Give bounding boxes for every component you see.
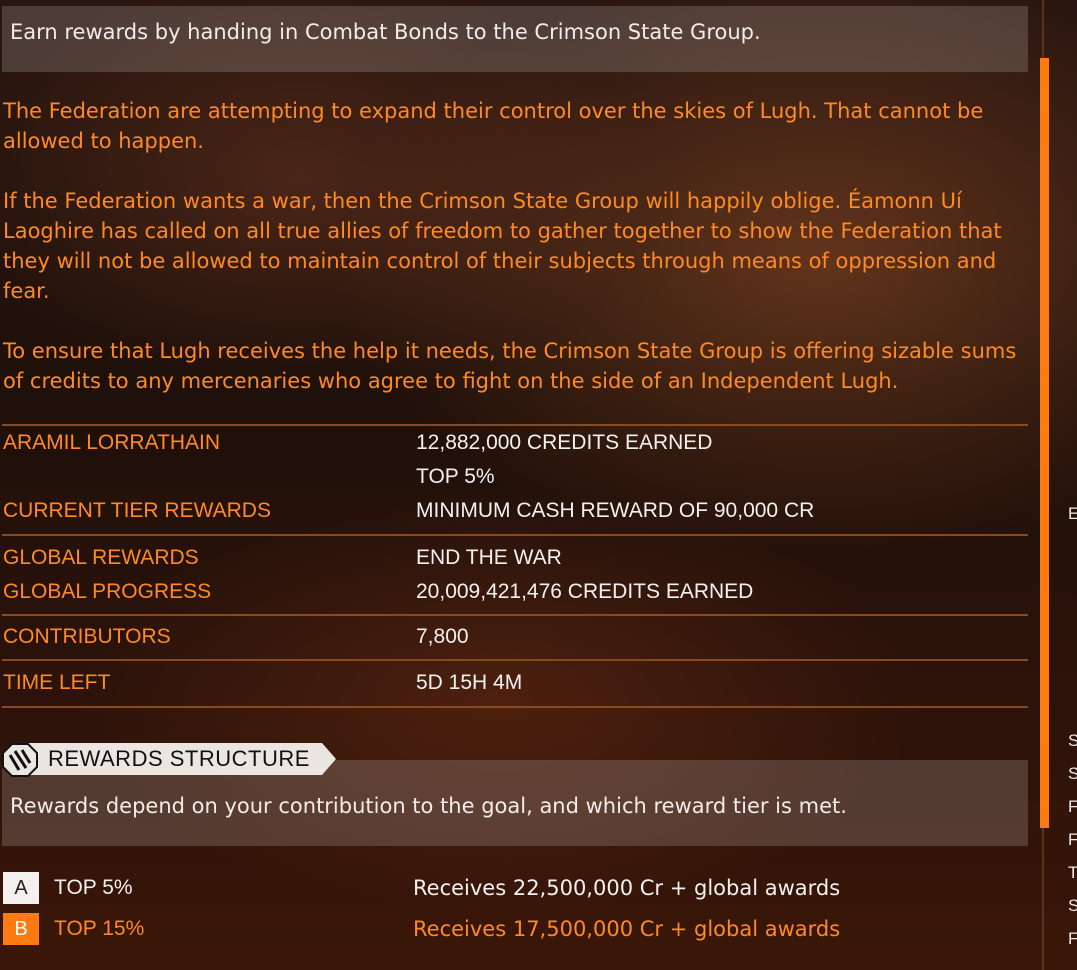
divider — [2, 614, 1028, 616]
community-goal-panel: Earn rewards by handing in Combat Bonds … — [0, 0, 1030, 970]
global-progress-value: 20,009,421,476 CREDITS EARNED — [416, 580, 754, 603]
global-rewards-label: GLOBAL REWARDS — [3, 546, 199, 569]
goal-stats-table: ARAMIL LORRATHAIN 12,882,000 CREDITS EAR… — [2, 424, 1028, 708]
goal-summary-box: Earn rewards by handing in Combat Bonds … — [2, 6, 1028, 72]
edge-letter: F — [1068, 797, 1077, 816]
divider — [2, 534, 1028, 536]
edge-letter: S — [1068, 896, 1077, 915]
scrollbar[interactable] — [1040, 0, 1050, 970]
tier-badge: A — [3, 872, 39, 904]
reward-tier-a[interactable]: A TOP 5% Receives 22,500,000 Cr + global… — [3, 872, 1003, 904]
goal-summary-text: Earn rewards by handing in Combat Bonds … — [10, 20, 761, 44]
scrollbar-thumb[interactable] — [1040, 58, 1049, 828]
contributors-row: CONTRIBUTORS 7,800 — [2, 620, 1028, 654]
player-rank: TOP 5% — [416, 465, 495, 488]
global-progress-label: GLOBAL PROGRESS — [3, 580, 212, 603]
edge-letter: E — [1068, 504, 1077, 523]
reward-tier-b[interactable]: B TOP 15% Receives 17,500,000 Cr + globa… — [3, 913, 1003, 945]
edge-letter: S — [1068, 764, 1077, 783]
global-progress-row: GLOBAL PROGRESS 20,009,421,476 CREDITS E… — [2, 575, 1028, 609]
tier-name: TOP 5% — [54, 876, 133, 899]
player-row: ARAMIL LORRATHAIN 12,882,000 CREDITS EAR… — [2, 426, 1028, 460]
edge-letter: F — [1068, 830, 1077, 849]
player-rank-row: TOP 5% — [2, 460, 1028, 494]
goal-description: The Federation are attempting to expand … — [3, 96, 1028, 396]
time-left-row: TIME LEFT 5D 15H 4M — [2, 666, 1028, 700]
contributors-value: 7,800 — [416, 625, 469, 648]
description-paragraph-3: To ensure that Lugh receives the help it… — [3, 339, 1017, 393]
player-earned: 12,882,000 CREDITS EARNED — [416, 431, 713, 454]
mechanical-handshake-icon — [2, 743, 38, 777]
rewards-description-text: Rewards depend on your contribution to t… — [10, 794, 847, 818]
tier-badge: B — [3, 913, 39, 945]
current-tier-row: CURRENT TIER REWARDS MINIMUM CASH REWARD… — [2, 494, 1028, 528]
divider — [2, 659, 1028, 661]
current-tier-label: CURRENT TIER REWARDS — [3, 499, 271, 522]
contributors-label: CONTRIBUTORS — [3, 625, 171, 648]
tier-reward: Receives 17,500,000 Cr + global awards — [413, 917, 841, 941]
description-paragraph-2: If the Federation wants a war, then the … — [3, 189, 1002, 303]
tier-name: TOP 15% — [54, 917, 145, 940]
time-left-label: TIME LEFT — [3, 671, 111, 694]
time-left-value: 5D 15H 4M — [416, 671, 523, 694]
rewards-structure-header: REWARDS STRUCTURE — [0, 743, 336, 777]
global-rewards-row: GLOBAL REWARDS END THE WAR — [2, 541, 1028, 575]
edge-letter: F — [1068, 929, 1077, 948]
edge-letter: S — [1068, 731, 1077, 750]
rewards-structure-title: REWARDS STRUCTURE — [48, 746, 310, 771]
description-paragraph-1: The Federation are attempting to expand … — [3, 99, 984, 153]
adjacent-panel-edge: E S S F F T S F — [1068, 0, 1077, 970]
global-rewards-value: END THE WAR — [416, 546, 562, 569]
tier-reward: Receives 22,500,000 Cr + global awards — [413, 876, 841, 900]
divider — [2, 706, 1028, 708]
edge-letter: T — [1068, 863, 1077, 882]
player-name: ARAMIL LORRATHAIN — [3, 431, 221, 454]
current-tier-value: MINIMUM CASH REWARD OF 90,000 CR — [416, 499, 815, 522]
